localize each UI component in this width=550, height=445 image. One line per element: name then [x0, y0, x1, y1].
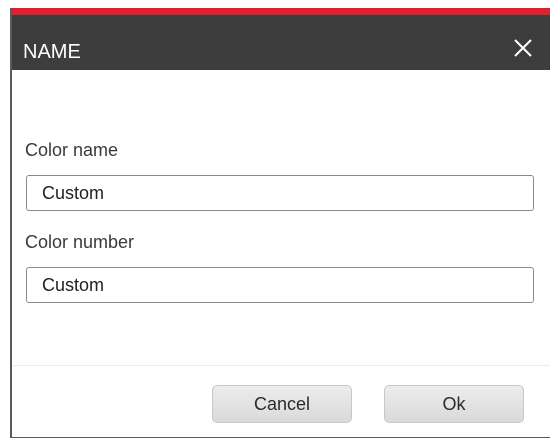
color-number-label: Color number: [25, 232, 135, 252]
name-dialog: NAME Color name Color number Cancel Ok: [10, 8, 550, 438]
color-name-input[interactable]: [26, 175, 534, 211]
dialog-title: NAME: [23, 41, 81, 63]
cancel-button[interactable]: Cancel: [212, 385, 352, 423]
close-icon[interactable]: [512, 37, 534, 59]
dialog-footer: Cancel Ok: [12, 365, 550, 437]
color-number-input[interactable]: [26, 267, 534, 303]
dialog-titlebar: NAME: [12, 8, 550, 70]
ok-button[interactable]: Ok: [384, 385, 524, 423]
color-name-label: Color name: [25, 140, 119, 160]
